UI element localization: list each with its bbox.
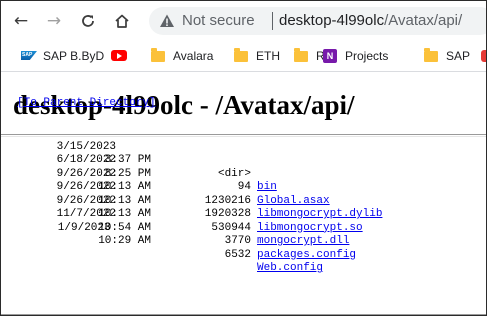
folder-icon xyxy=(424,48,440,63)
entry-link[interactable]: Web.config xyxy=(257,262,323,276)
address-bar[interactable]: Not secure desktop-4l99olc/Avatax/api/ xyxy=(149,7,486,35)
parent-directory-link[interactable]: [To Parent Directory] xyxy=(17,97,156,109)
bottom-divider xyxy=(1,314,486,315)
not-secure-label[interactable]: Not secure xyxy=(182,12,255,29)
entry-link[interactable]: Global.asax xyxy=(257,195,330,209)
entry-size: 94 xyxy=(237,181,251,193)
folder-icon xyxy=(151,48,167,63)
sap-logo-icon: SAP xyxy=(21,49,37,63)
entry-date: 1/9/2023 xyxy=(57,221,111,234)
bookmark-r[interactable]: R xyxy=(294,48,325,64)
bookmark-label: Projects xyxy=(345,49,389,63)
entry-size: 530944 xyxy=(211,221,251,234)
bookmark-eth[interactable]: ETH xyxy=(234,48,280,64)
listing-row: 9/26/2022 10:13 AM 1230216 libmongocrypt… xyxy=(17,154,383,221)
directory-listing: 3/15/2023 3:37 PM <dir> bin 6/18/2022 8:… xyxy=(17,127,383,275)
entry-time: 10:29 AM xyxy=(98,235,151,247)
bookmark-sap[interactable]: SAP xyxy=(424,48,470,64)
entry-size: 1920328 xyxy=(204,208,251,220)
bookmark-avalara[interactable]: Avalara xyxy=(151,48,213,64)
url-host: desktop-4l99olc xyxy=(279,12,385,29)
url-text[interactable]: desktop-4l99olc/Avatax/api/ xyxy=(279,12,462,29)
entry-size: 6532 xyxy=(224,248,251,261)
bookmark-sap-byd[interactable]: SAP SAP B.ByD xyxy=(21,48,104,64)
url-path: /Avatax/api/ xyxy=(384,12,463,29)
entry-link[interactable]: libmongocrypt.so xyxy=(257,222,363,236)
bookmark-label: SAP xyxy=(446,49,471,63)
entry-link[interactable]: mongocrypt.dll xyxy=(257,235,349,249)
entry-link[interactable]: libmongocrypt.dylib xyxy=(257,208,382,222)
listing-row: 3/15/2023 3:37 PM <dir> bin xyxy=(17,127,277,194)
bookmark-label: SAP B.ByD xyxy=(43,49,105,63)
home-icon[interactable] xyxy=(111,10,133,32)
folder-icon xyxy=(234,48,250,63)
listing-row: 11/7/2022 10:54 AM 3770 packages.config xyxy=(17,195,356,261)
listing-row: 9/26/2022 10:13 AM 1920328 libmongocrypt… xyxy=(17,168,363,234)
bookmark-label: ETH xyxy=(256,49,280,63)
bookmark-projects[interactable]: N Projects xyxy=(323,48,388,64)
listing-row: 6/18/2022 8:25 PM 94 Global.asax xyxy=(17,141,330,207)
entry-size: 1230216 xyxy=(204,194,251,207)
entry-link[interactable]: packages.config xyxy=(257,249,356,263)
youtube-icon xyxy=(111,49,127,63)
warning-triangle-icon[interactable] xyxy=(159,13,175,29)
forward-arrow-icon[interactable]: → xyxy=(43,10,65,32)
entry-size: <dir> xyxy=(217,167,251,180)
bookmarks-bar: SAP SAP B.ByD Avalara ETH R N Projects S… xyxy=(1,41,486,72)
entry-link[interactable]: bin xyxy=(257,181,277,195)
listing-row: 1/9/2023 10:29 AM 6532 Web.config xyxy=(17,208,323,275)
browser-toolbar: ← → Not secure desktop-4l99olc/Avatax/ap… xyxy=(1,1,486,41)
reload-icon[interactable] xyxy=(77,10,99,32)
onenote-icon: N xyxy=(323,49,339,63)
listing-row: 9/26/2022 10:13 AM 530944 mongocrypt.dll xyxy=(17,181,350,248)
back-arrow-icon[interactable]: ← xyxy=(10,10,32,32)
bookmark-label: Avalara xyxy=(173,49,214,63)
folder-icon xyxy=(294,48,310,63)
browser-window: ← → Not secure desktop-4l99olc/Avatax/ap… xyxy=(0,0,487,316)
overflow-bookmark-icon[interactable] xyxy=(481,50,486,62)
bookmark-youtube[interactable] xyxy=(111,48,133,64)
address-separator xyxy=(272,12,273,30)
entry-size: 3770 xyxy=(224,235,251,247)
